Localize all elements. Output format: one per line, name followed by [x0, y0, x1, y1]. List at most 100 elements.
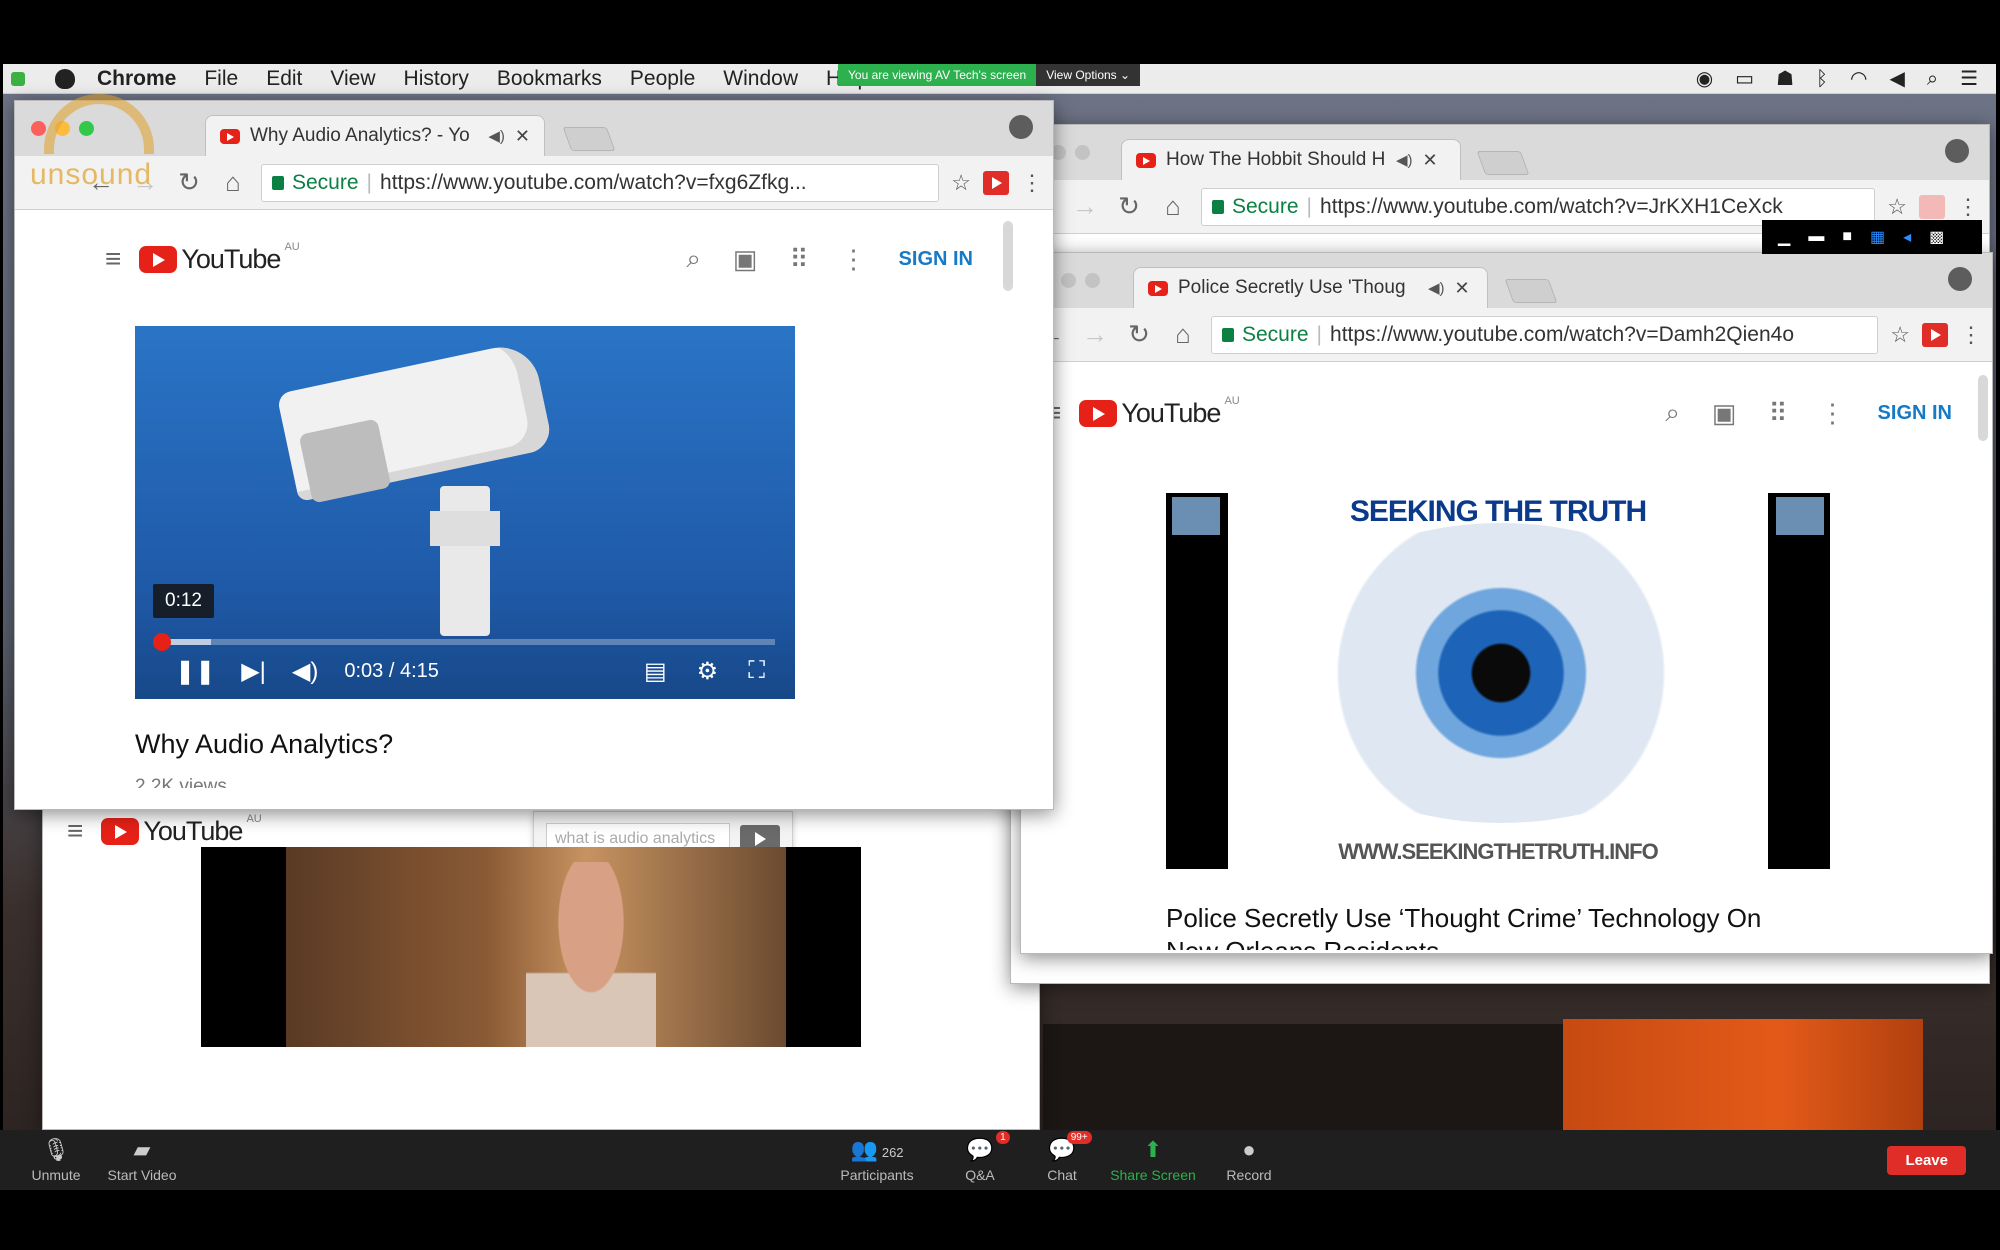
video-title[interactable]: Why Audio Analytics? — [135, 729, 393, 760]
notification-center-icon[interactable]: ☰ — [1960, 64, 1978, 94]
leave-button[interactable]: Leave — [1887, 1146, 1966, 1175]
video-title[interactable]: Police Secretly Use ‘Thought Crime’ Tech… — [1166, 903, 1761, 950]
tab-audio-icon[interactable]: ◀) — [1396, 151, 1413, 169]
volume-icon[interactable]: ◀) — [292, 657, 318, 686]
record-button[interactable]: ● Record — [1224, 1130, 1274, 1190]
scrollbar[interactable] — [1978, 375, 1988, 441]
video-player[interactable]: 0:12 ❚❚ ▶| ◀) 0:03 / 4:15 ▤ ⚙ ⛶ — [135, 326, 795, 699]
exit-fullscreen-icon[interactable]: ▩ — [1929, 227, 1944, 247]
menu-view[interactable]: View — [316, 64, 389, 94]
hamburger-menu-icon[interactable]: ≡ — [105, 243, 121, 275]
tab-audio-icon[interactable]: ◀) — [1428, 279, 1445, 297]
fullscreen-icon[interactable]: ⛶ — [748, 657, 765, 686]
new-tab-button[interactable] — [562, 127, 616, 151]
forward-icon[interactable]: → — [1079, 319, 1111, 350]
reload-icon[interactable]: ↻ — [1123, 319, 1155, 350]
menu-kebab-icon[interactable]: ⋮ — [1960, 322, 1982, 348]
forward-icon[interactable]: → — [1069, 191, 1101, 222]
youtube-logo[interactable]: YouTube AU — [1079, 395, 1240, 429]
tab-why-audio-analytics[interactable]: Why Audio Analytics? - Yo ◀) ✕ — [205, 115, 545, 156]
forward-icon[interactable]: → — [129, 167, 161, 198]
scrollbar[interactable] — [1003, 221, 1013, 291]
profile-icon[interactable] — [1948, 267, 1972, 291]
captions-icon[interactable]: ▤ — [644, 657, 667, 686]
apps-grid-icon[interactable]: ⠿ — [1769, 398, 1788, 429]
small-view-icon[interactable]: ▬ — [1808, 228, 1824, 246]
minimize-window-icon[interactable] — [1061, 273, 1076, 288]
airplay-icon[interactable]: ▭ — [1735, 64, 1754, 94]
youtube-logo[interactable]: YouTube AU — [101, 813, 262, 847]
maximize-window-icon[interactable] — [1075, 145, 1090, 160]
sign-in-button[interactable]: SIGN IN — [899, 248, 973, 271]
tab-police[interactable]: Police Secretly Use 'Thoug ◀) ✕ — [1133, 267, 1488, 308]
menu-kebab-icon[interactable]: ⋮ — [1957, 194, 1979, 220]
profile-icon[interactable] — [1945, 139, 1969, 163]
menu-edit[interactable]: Edit — [252, 64, 316, 94]
upload-video-icon[interactable]: ▣ — [1712, 398, 1737, 429]
maximize-window-icon[interactable] — [1085, 273, 1100, 288]
spotlight-search-icon[interactable]: ⌕ — [1927, 64, 1938, 94]
maximize-window-icon[interactable] — [79, 121, 94, 136]
speaker-view-icon[interactable]: ■ — [1842, 228, 1852, 246]
menu-app-chrome[interactable]: Chrome — [83, 64, 190, 94]
address-bar[interactable]: Secure | https://www.youtube.com/watch?v… — [261, 163, 940, 202]
back-icon[interactable]: ← — [85, 167, 117, 198]
extension-icon[interactable] — [983, 170, 1009, 195]
apps-grid-icon[interactable]: ⠿ — [790, 244, 809, 275]
binoculars-icon[interactable]: ☗ — [1776, 64, 1794, 94]
gallery-view-icon[interactable]: ▦ — [1870, 227, 1885, 247]
bookmark-star-icon[interactable]: ☆ — [951, 170, 971, 196]
start-video-button[interactable]: ▰ Start Video — [102, 1130, 182, 1190]
bookmark-star-icon[interactable]: ☆ — [1890, 322, 1910, 348]
tab-close-icon[interactable]: ✕ — [1423, 150, 1438, 171]
more-vert-icon[interactable]: ⋮ — [841, 244, 867, 275]
unmute-button[interactable]: 🎙 Unmute — [28, 1130, 84, 1190]
home-icon[interactable]: ⌂ — [217, 167, 249, 198]
search-icon[interactable]: ⌕ — [686, 243, 701, 275]
extension-icon[interactable] — [1919, 194, 1945, 219]
menu-bookmarks[interactable]: Bookmarks — [483, 64, 616, 94]
hamburger-menu-icon[interactable]: ≡ — [67, 815, 83, 847]
qa-button[interactable]: 💬 1 Q&A — [960, 1130, 1010, 1190]
close-window-icon[interactable] — [31, 121, 46, 136]
volume-icon[interactable]: ◀ — [1889, 64, 1904, 94]
extension-icon[interactable] — [1922, 322, 1948, 347]
participants-button[interactable]: 👥 262 Participants — [832, 1130, 922, 1190]
tab-audio-icon[interactable]: ◀) — [488, 127, 505, 145]
apple-menu-icon[interactable] — [55, 68, 75, 89]
share-screen-button[interactable]: ⬆ Share Screen — [1110, 1130, 1196, 1190]
chat-button[interactable]: 💬 99+ Chat — [1042, 1130, 1092, 1190]
search-icon[interactable]: ⌕ — [1665, 397, 1680, 429]
minimize-window-icon[interactable] — [55, 121, 70, 136]
menu-file[interactable]: File — [190, 64, 252, 94]
view-options-button[interactable]: View Options ⌄ — [1036, 64, 1141, 86]
screen-record-icon[interactable]: ◉ — [1696, 64, 1713, 94]
next-icon[interactable]: ▶| — [241, 657, 266, 686]
menu-window[interactable]: Window — [709, 64, 812, 94]
more-vert-icon[interactable]: ⋮ — [1820, 398, 1846, 429]
video-thumbnail[interactable]: SEEKING THE TRUTH WWW.SEEKINGTHETRUTH.IN… — [1166, 493, 1830, 869]
home-icon[interactable]: ⌂ — [1157, 191, 1189, 222]
tab-close-icon[interactable]: ✕ — [515, 126, 530, 147]
sign-in-button[interactable]: SIGN IN — [1878, 402, 1952, 425]
bluetooth-icon[interactable]: ᛒ — [1816, 64, 1828, 94]
reload-icon[interactable]: ↻ — [173, 167, 205, 198]
minimize-icon[interactable]: ▁ — [1778, 227, 1790, 247]
menu-history[interactable]: History — [390, 64, 483, 94]
wifi-icon[interactable]: ◠ — [1850, 64, 1867, 94]
menu-kebab-icon[interactable]: ⋮ — [1021, 170, 1043, 196]
new-tab-button[interactable] — [1504, 279, 1558, 303]
youtube-logo[interactable]: YouTube AU — [139, 241, 300, 275]
menu-people[interactable]: People — [616, 64, 709, 94]
settings-gear-icon[interactable]: ⚙ — [697, 657, 719, 686]
tab-hobbit[interactable]: How The Hobbit Should Ha ◀) ✕ — [1121, 139, 1461, 180]
home-icon[interactable]: ⌂ — [1167, 319, 1199, 350]
upload-video-icon[interactable]: ▣ — [733, 244, 758, 275]
bookmark-star-icon[interactable]: ☆ — [1887, 194, 1907, 220]
pause-icon[interactable]: ❚❚ — [175, 657, 215, 686]
collapse-arrow-icon[interactable]: ◂ — [1903, 227, 1911, 247]
reload-icon[interactable]: ↻ — [1113, 191, 1145, 222]
video-player[interactable] — [201, 847, 861, 1047]
tab-close-icon[interactable]: ✕ — [1455, 278, 1470, 299]
address-bar[interactable]: Secure | https://www.youtube.com/watch?v… — [1211, 315, 1879, 354]
